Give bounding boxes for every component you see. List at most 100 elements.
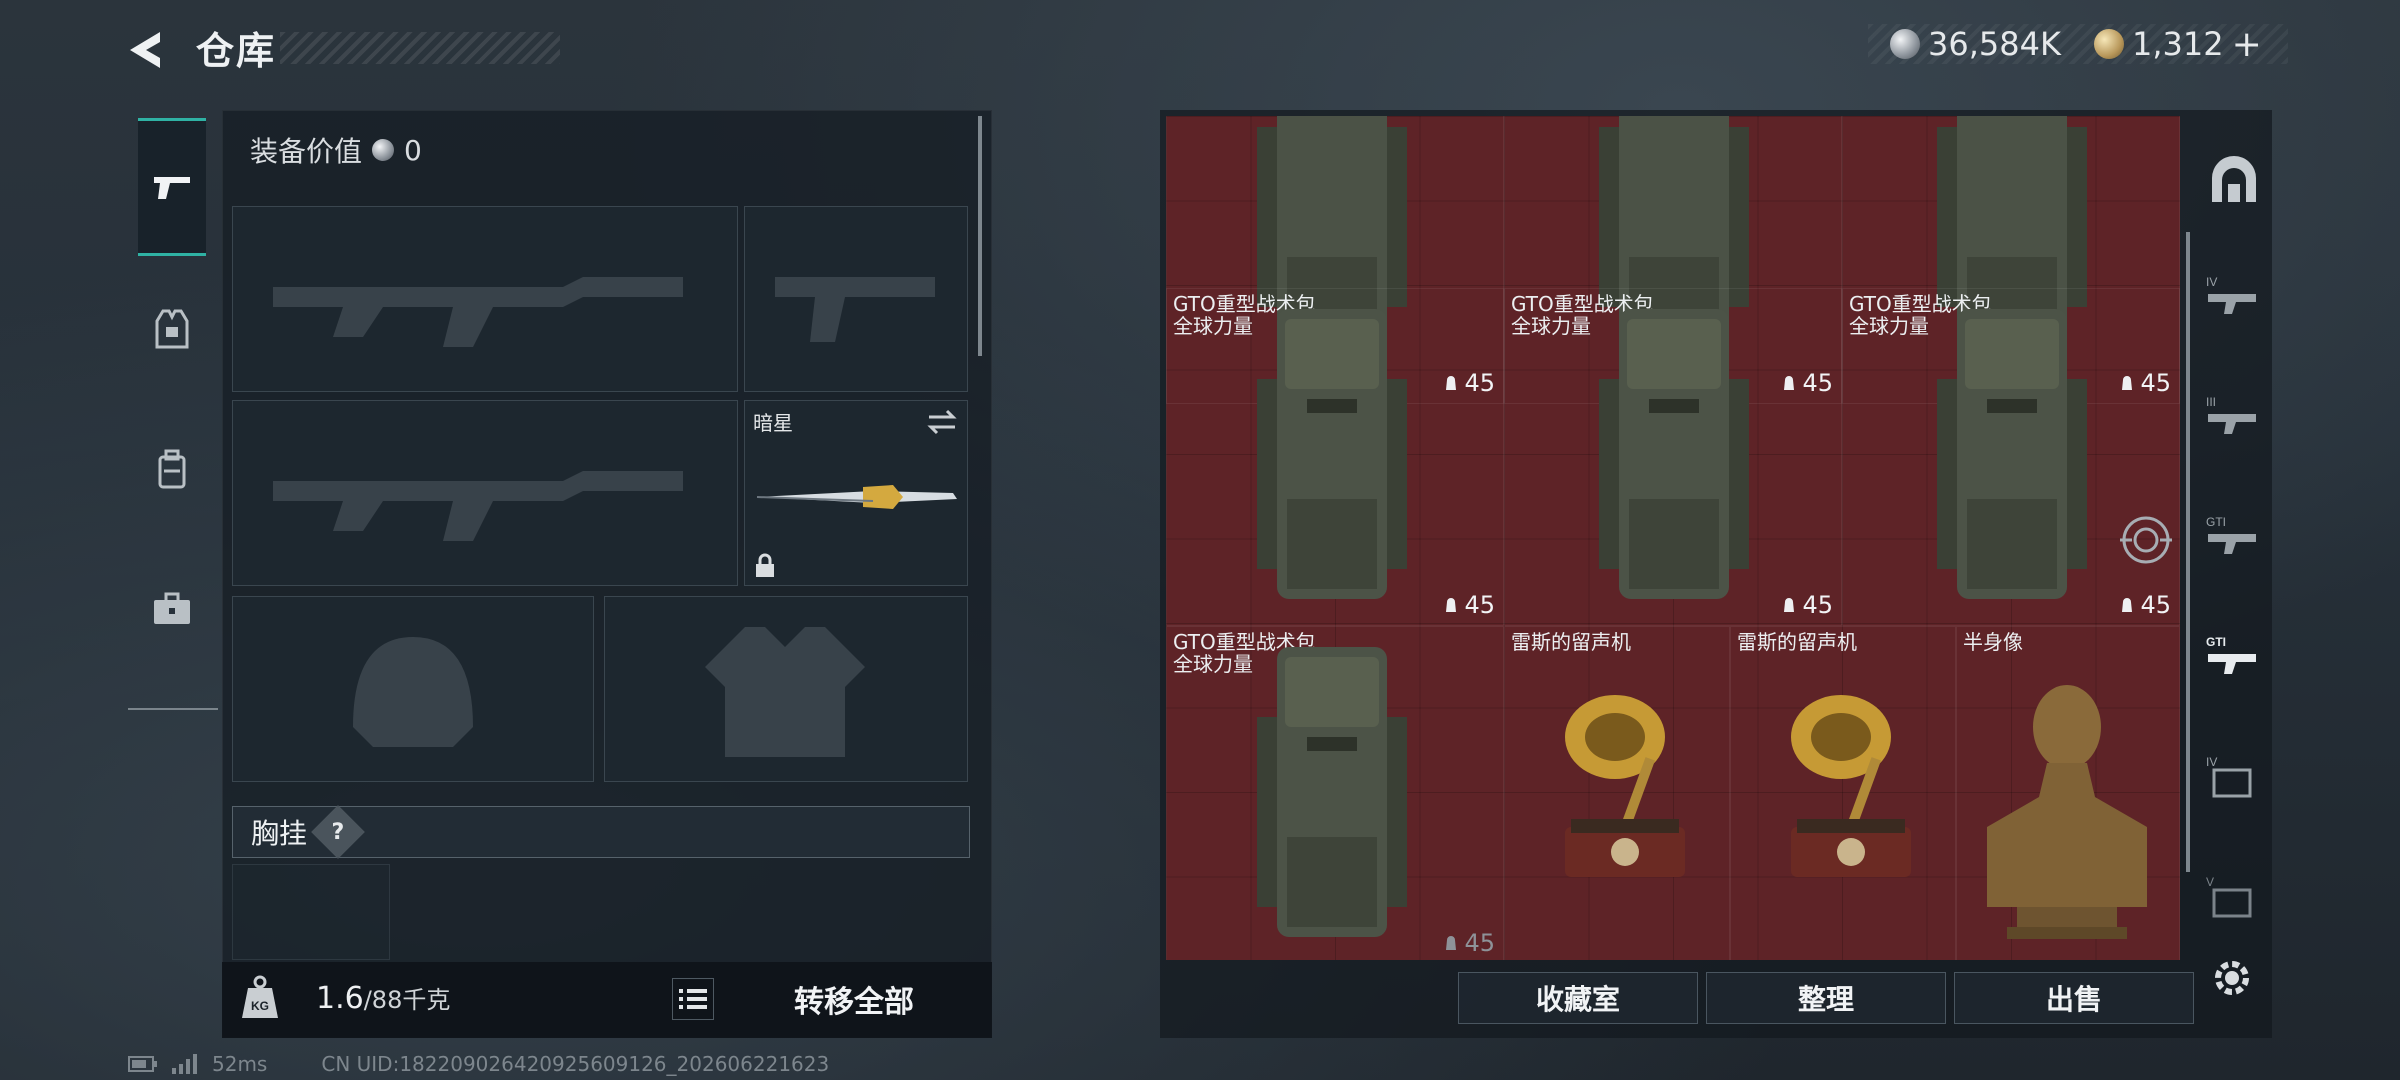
swap-icon[interactable] bbox=[925, 407, 959, 437]
help-glyph: ? bbox=[331, 819, 345, 845]
equipment-scrollbar[interactable] bbox=[978, 116, 982, 356]
rail-item-armor[interactable] bbox=[138, 260, 206, 398]
title-decoration bbox=[280, 32, 560, 64]
equipment-value-amount: 0 bbox=[404, 133, 422, 167]
durability-icon bbox=[2122, 598, 2133, 612]
svg-text:GTI: GTI bbox=[2206, 515, 2226, 529]
rail-item-weapons[interactable] bbox=[138, 118, 206, 256]
svg-text:IV: IV bbox=[2206, 275, 2217, 289]
backpack-icon bbox=[1599, 309, 1749, 599]
lock-icon bbox=[756, 553, 774, 577]
category-gti-weapons[interactable]: GTI bbox=[2204, 506, 2264, 566]
durability-icon bbox=[1446, 598, 1457, 612]
category-gti-equipment[interactable]: GTI bbox=[2204, 626, 2264, 686]
equipment-value-label: 装备价值 bbox=[250, 135, 363, 168]
signal-icon bbox=[172, 1054, 197, 1074]
storage-item[interactable]: GTO重型战术包 全球力量 45 bbox=[1504, 288, 1842, 626]
silver-currency: 36,584K bbox=[1890, 22, 2061, 66]
sort-button[interactable]: 整理 bbox=[1706, 972, 1946, 1024]
weight-readout: 1.6/88千克 bbox=[316, 980, 450, 1016]
svg-text:KG: KG bbox=[251, 999, 269, 1013]
durability-icon bbox=[1446, 936, 1457, 950]
armor-silhouette-icon bbox=[705, 627, 865, 757]
svg-text:III: III bbox=[2206, 395, 2216, 409]
armor-slot[interactable] bbox=[604, 596, 968, 782]
uid-readout: CN UID:1822090264209256091​26_2026062216… bbox=[321, 1052, 830, 1076]
equipment-category-rail bbox=[128, 110, 218, 710]
weight-icon: KG bbox=[242, 975, 278, 1018]
item-durability: 45 bbox=[2118, 591, 2171, 619]
gold-currency[interactable]: 1,312 + bbox=[2094, 22, 2262, 66]
rail-item-backpack[interactable] bbox=[138, 400, 206, 538]
rifle-silhouette-icon bbox=[273, 277, 683, 347]
backpack-icon bbox=[158, 449, 186, 489]
ping-readout: 52ms bbox=[212, 1052, 268, 1076]
pistol-silhouette-icon bbox=[775, 277, 935, 342]
collection-room-button[interactable]: 收藏室 bbox=[1458, 972, 1698, 1024]
help-button[interactable]: ? bbox=[311, 805, 365, 859]
vest-icon bbox=[155, 309, 189, 349]
sell-button[interactable]: 出售 bbox=[1954, 972, 2194, 1024]
sidearm-slot[interactable] bbox=[744, 206, 968, 392]
storage-item[interactable]: GTO重型战术包 全球力量 45 bbox=[1166, 288, 1504, 626]
tier-iv-gear-icon: IV bbox=[2206, 755, 2252, 798]
back-icon[interactable] bbox=[124, 26, 172, 74]
briefcase-icon bbox=[154, 592, 190, 624]
melee-slot[interactable]: 暗星 bbox=[744, 400, 968, 586]
status-bar: 52ms CN UID:1822090264209256091​26_20260… bbox=[128, 1052, 829, 1076]
backpack-icon bbox=[1937, 309, 2087, 599]
list-icon bbox=[679, 989, 707, 1009]
chest-rig-slot[interactable] bbox=[232, 864, 390, 960]
rail-item-case[interactable] bbox=[138, 540, 206, 678]
category-v-equipment[interactable]: V bbox=[2204, 866, 2264, 926]
secondary-weapon-slot[interactable] bbox=[232, 400, 738, 586]
item-name: 雷斯的留声机 bbox=[1511, 630, 1631, 654]
category-iv-weapons[interactable]: IV bbox=[2204, 266, 2264, 326]
storage-category-rail: IV III GTI GTI IV V bbox=[2196, 140, 2270, 960]
tier-iii-gun-icon: III bbox=[2206, 395, 2256, 434]
gramophone-icon bbox=[1565, 695, 1685, 877]
melee-name: 暗星 bbox=[753, 411, 793, 435]
gti-gear-icon: GTI bbox=[2206, 635, 2256, 674]
weight-max: /88千克 bbox=[363, 986, 451, 1014]
category-all[interactable] bbox=[2204, 150, 2264, 210]
equipment-value: 装备价值 0 bbox=[250, 130, 422, 170]
primary-weapon-slot[interactable] bbox=[232, 206, 738, 392]
gti-gun-icon: GTI bbox=[2206, 515, 2256, 554]
svg-text:V: V bbox=[2206, 875, 2214, 889]
item-name: 雷斯的留声机 bbox=[1737, 630, 1857, 654]
storage-item[interactable]: 雷斯的留声机 bbox=[1730, 626, 1956, 960]
durability-icon bbox=[1784, 598, 1795, 612]
storage-item[interactable]: GTO重型战术包 全球力量 45 bbox=[1166, 626, 1504, 960]
storage-item[interactable]: 半身像 bbox=[1956, 626, 2180, 960]
bust-statue-icon bbox=[1987, 685, 2147, 939]
silver-coin-icon bbox=[372, 139, 395, 161]
chest-rig-header[interactable]: 胸挂 ? bbox=[232, 805, 970, 859]
helmet-slot[interactable] bbox=[232, 596, 594, 782]
tier-v-gear-icon: V bbox=[2206, 875, 2252, 918]
backpack-icon bbox=[1257, 647, 1407, 937]
storage-grid: 45 45 45 GTO重型战术包 全球力量 45 GTO重型战术包 全球力量 … bbox=[1166, 116, 2180, 960]
category-iii-weapons[interactable]: III bbox=[2204, 386, 2264, 446]
add-currency-button[interactable]: + bbox=[2232, 24, 2262, 65]
battery-icon bbox=[128, 1056, 157, 1072]
helmet-silhouette-icon bbox=[353, 637, 473, 747]
gold-coin-icon bbox=[2094, 29, 2124, 59]
chest-rig-label: 胸挂 bbox=[251, 817, 308, 850]
svg-text:IV: IV bbox=[2206, 755, 2217, 769]
transfer-all-button[interactable]: 转移全部 bbox=[740, 976, 968, 1022]
storage-scrollbar[interactable] bbox=[2186, 232, 2190, 872]
storage-item[interactable]: GTO重型战术包 全球力量 45 bbox=[1842, 288, 2180, 626]
gramophone-icon bbox=[1791, 695, 1911, 877]
category-iv-equipment[interactable]: IV bbox=[2204, 746, 2264, 806]
tier-iv-gun-icon: IV bbox=[2206, 275, 2256, 314]
rifle-silhouette-icon bbox=[273, 471, 683, 541]
rail-divider bbox=[128, 708, 218, 710]
settings-gear-icon[interactable] bbox=[2208, 954, 2256, 1002]
pistol-icon bbox=[154, 177, 190, 199]
list-view-button[interactable] bbox=[672, 978, 714, 1020]
target-icon[interactable] bbox=[2118, 512, 2174, 568]
silver-coin-icon bbox=[1890, 29, 1920, 59]
silver-amount: 36,584K bbox=[1928, 25, 2061, 63]
storage-item[interactable]: 雷斯的留声机 bbox=[1504, 626, 1730, 960]
